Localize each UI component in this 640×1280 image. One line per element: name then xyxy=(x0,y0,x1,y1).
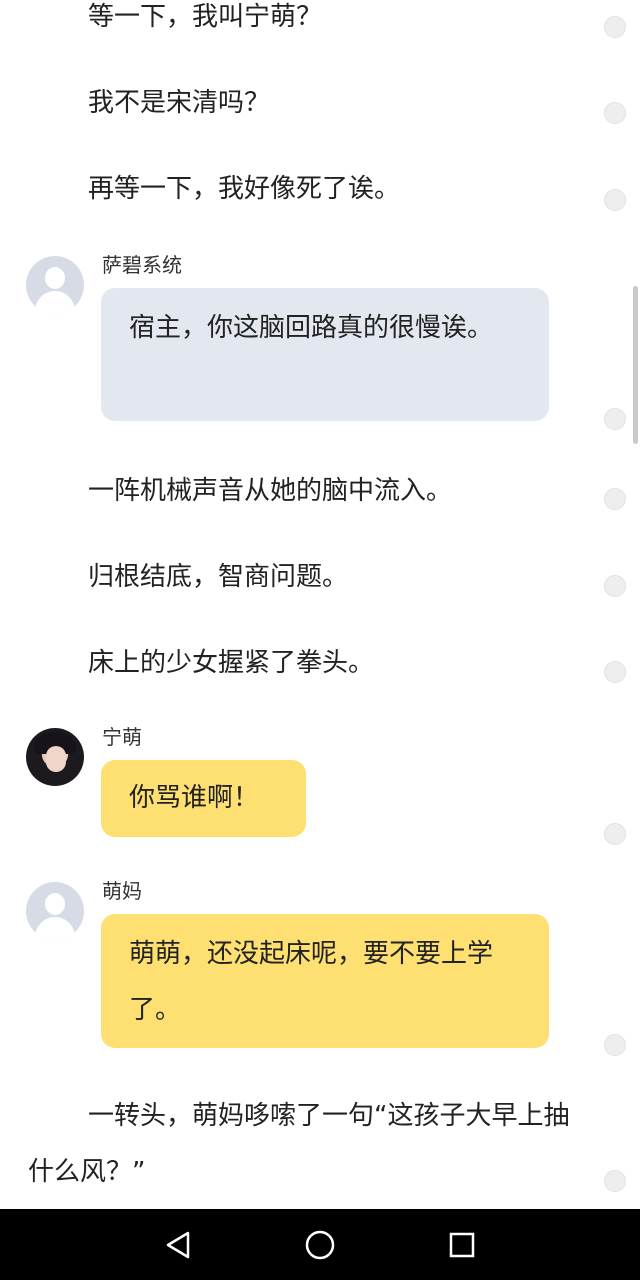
comment-dot-icon[interactable] xyxy=(604,16,626,38)
avatar-placeholder-icon xyxy=(26,882,84,940)
navigation-bar xyxy=(0,1209,640,1280)
narration-line: 归根结底，智商问题。 xyxy=(88,562,349,592)
narration-line: 床上的少女握紧了拳头。 xyxy=(88,648,375,678)
chat-bubble-system: 宿主，你这脑回路真的很慢诶。 xyxy=(101,288,549,421)
comment-dot-icon[interactable] xyxy=(604,488,626,510)
narration-paragraph: 一转头，萌妈哆嗦了一句“这孩子大早上抽什么风？” xyxy=(28,1101,570,1187)
speaker-name: 萨碧系统 xyxy=(102,253,182,277)
comment-dot-icon[interactable] xyxy=(604,823,626,845)
comment-dot-icon[interactable] xyxy=(604,189,626,211)
speaker-name: 萌妈 xyxy=(102,879,142,903)
comment-dot-icon[interactable] xyxy=(604,1170,626,1192)
chat-bubble-mom: 萌萌，还没起床呢，要不要上学了。 xyxy=(101,914,549,1048)
narration-line: 一阵机械声音从她的脑中流入。 xyxy=(88,476,453,506)
comment-dot-icon[interactable] xyxy=(604,408,626,430)
comment-dot-icon[interactable] xyxy=(604,575,626,597)
comment-dot-icon[interactable] xyxy=(604,102,626,124)
speaker-name: 宁萌 xyxy=(102,725,142,749)
home-circle-icon[interactable] xyxy=(300,1225,340,1265)
comment-dot-icon[interactable] xyxy=(604,1034,626,1056)
narration-line: 再等一下，我好像死了诶。 xyxy=(88,174,401,204)
comment-dot-icon[interactable] xyxy=(604,661,626,683)
avatar-placeholder-icon xyxy=(26,256,84,314)
recents-square-icon[interactable] xyxy=(442,1225,482,1265)
scrollbar[interactable] xyxy=(633,286,638,444)
back-triangle-icon[interactable] xyxy=(158,1225,198,1265)
narration-line: 等一下，我叫宁萌？ xyxy=(88,2,323,32)
narration-line: 我不是宋清吗？ xyxy=(88,88,271,118)
chat-bubble-user: 你骂谁啊！ xyxy=(101,760,306,837)
avatar-photo xyxy=(26,728,84,786)
